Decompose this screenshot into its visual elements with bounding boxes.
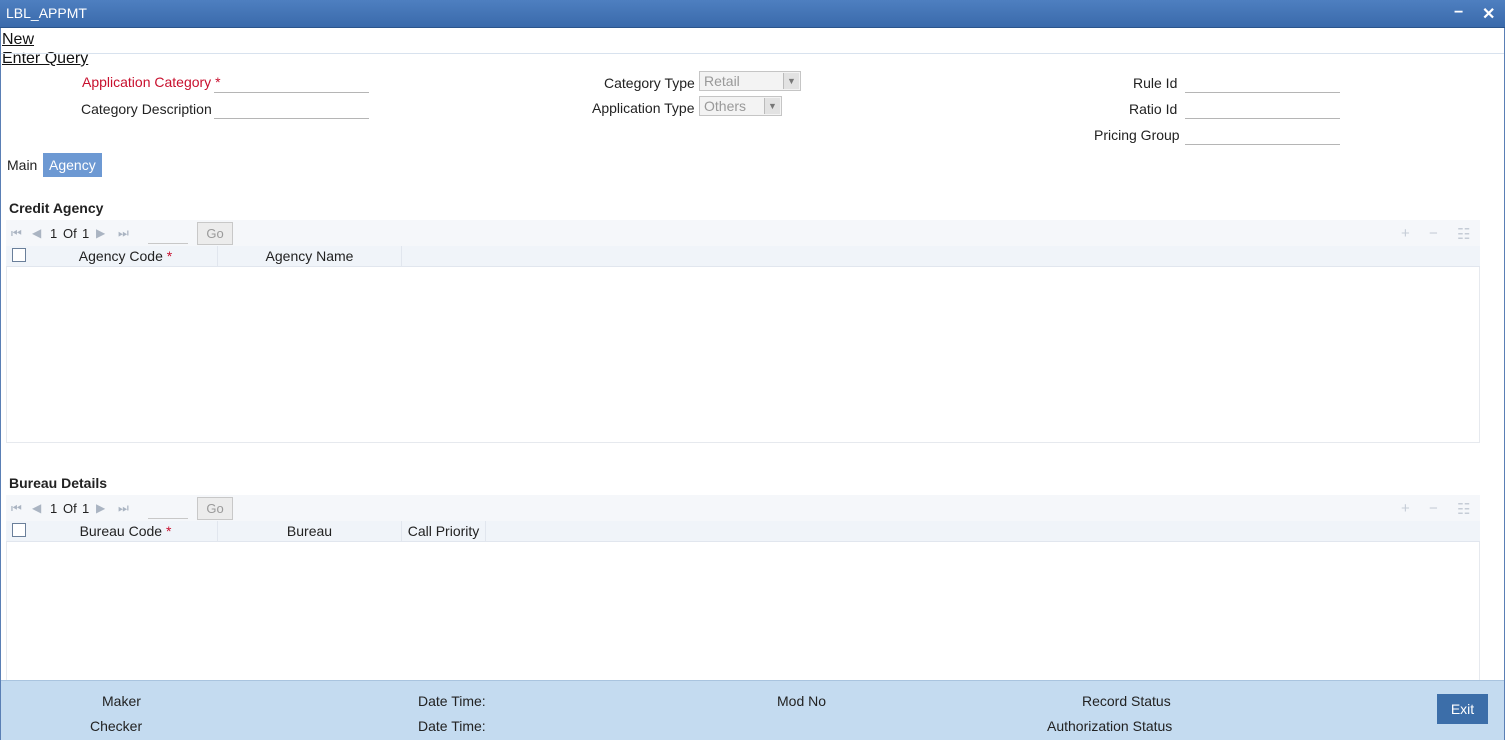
- rule-id-field[interactable]: [1185, 71, 1340, 93]
- chevron-down-icon: ▼: [783, 73, 799, 89]
- application-category-field[interactable]: [214, 71, 369, 93]
- page-of-label: Of: [63, 501, 77, 516]
- last-page-icon[interactable]: ⏭: [118, 226, 129, 241]
- page-of-label: Of: [63, 226, 77, 241]
- credit-agency-grid-body: [6, 267, 1480, 443]
- authorization-status-label: Authorization Status: [1047, 718, 1173, 734]
- window-titlebar: LBL_APPMT − ✕: [0, 0, 1505, 28]
- delete-row-icon[interactable]: −: [1429, 225, 1438, 242]
- application-type-select[interactable]: Others ▼: [699, 96, 782, 116]
- bureau-details-toolbar: ⏮ ◀ 1 Of 1 ▶ ⏭ Go + − ☷: [6, 495, 1480, 522]
- ratio-id-field[interactable]: [1185, 97, 1340, 119]
- next-page-icon[interactable]: ▶: [96, 501, 105, 515]
- page-current: 1: [50, 226, 58, 241]
- close-icon[interactable]: ✕: [1482, 4, 1495, 24]
- delete-row-icon[interactable]: −: [1429, 500, 1438, 517]
- first-page-icon[interactable]: ⏮: [11, 226, 22, 241]
- checker-date-time-label: Date Time:: [418, 718, 486, 734]
- exit-button[interactable]: Exit: [1437, 694, 1488, 724]
- page-number-input[interactable]: [148, 497, 188, 519]
- application-type-value: Others: [704, 98, 747, 114]
- tab-main[interactable]: Main: [1, 153, 43, 177]
- last-page-icon[interactable]: ⏭: [118, 501, 129, 516]
- credit-agency-toolbar: ⏮ ◀ 1 Of 1 ▶ ⏭ Go + − ☷: [6, 220, 1480, 247]
- prev-page-icon[interactable]: ◀: [32, 501, 41, 515]
- add-row-icon[interactable]: +: [1401, 225, 1410, 242]
- credit-agency-title: Credit Agency: [9, 200, 104, 216]
- tab-agency[interactable]: Agency: [43, 153, 102, 177]
- mod-no-label: Mod No: [777, 693, 827, 709]
- page-number-input[interactable]: [148, 222, 188, 244]
- category-description-label: Category Description: [81, 101, 212, 117]
- pricing-group-label: Pricing Group: [1094, 127, 1180, 143]
- maker-label: Maker: [102, 693, 141, 709]
- category-type-value: Retail: [704, 73, 740, 89]
- select-all-checkbox[interactable]: [12, 523, 26, 537]
- required-marker: *: [165, 523, 172, 539]
- column-header-agency-code[interactable]: Agency Code *: [34, 246, 218, 267]
- rule-id-label: Rule Id: [1133, 75, 1178, 91]
- bureau-details-header: Bureau Code * Bureau Call Priority: [6, 521, 1480, 542]
- column-header-agency-name[interactable]: Agency Name: [218, 246, 402, 267]
- page-current: 1: [50, 501, 58, 516]
- record-status-label: Record Status: [1082, 693, 1171, 709]
- action-divider: [1, 53, 1504, 54]
- checker-label: Checker: [90, 718, 143, 734]
- chevron-down-icon: ▼: [764, 98, 780, 114]
- window-title: LBL_APPMT: [6, 5, 87, 21]
- next-page-icon[interactable]: ▶: [96, 226, 105, 240]
- credit-agency-header: Agency Code * Agency Name: [6, 246, 1480, 267]
- audit-footer: Maker Checker Date Time: Date Time: Mod …: [1, 680, 1504, 740]
- go-button[interactable]: Go: [197, 497, 233, 520]
- bureau-details-title: Bureau Details: [9, 475, 108, 491]
- bureau-details-grid-body: [6, 542, 1480, 680]
- prev-page-icon[interactable]: ◀: [32, 226, 41, 240]
- application-type-label: Application Type: [592, 100, 695, 116]
- minimize-icon[interactable]: −: [1454, 4, 1463, 22]
- required-marker: *: [166, 248, 173, 264]
- column-header-bureau[interactable]: Bureau: [218, 521, 402, 542]
- application-category-label: Application Category *: [82, 74, 221, 90]
- page-total: 1: [82, 226, 90, 241]
- pricing-group-field[interactable]: [1185, 123, 1340, 145]
- column-header-bureau-code[interactable]: Bureau Code *: [34, 521, 218, 542]
- maker-date-time-label: Date Time:: [418, 693, 486, 709]
- ratio-id-label: Ratio Id: [1129, 101, 1178, 117]
- category-type-select[interactable]: Retail ▼: [699, 71, 801, 91]
- page-total: 1: [82, 501, 90, 516]
- category-type-label: Category Type: [604, 75, 695, 91]
- select-all-checkbox[interactable]: [12, 248, 26, 262]
- single-view-icon[interactable]: ☷: [1457, 225, 1470, 243]
- add-row-icon[interactable]: +: [1401, 500, 1410, 517]
- first-page-icon[interactable]: ⏮: [11, 501, 22, 516]
- single-view-icon[interactable]: ☷: [1457, 500, 1470, 518]
- column-header-call-priority[interactable]: Call Priority: [402, 521, 486, 542]
- category-description-field[interactable]: [214, 97, 369, 119]
- new-link[interactable]: New: [2, 31, 34, 49]
- go-button[interactable]: Go: [197, 222, 233, 245]
